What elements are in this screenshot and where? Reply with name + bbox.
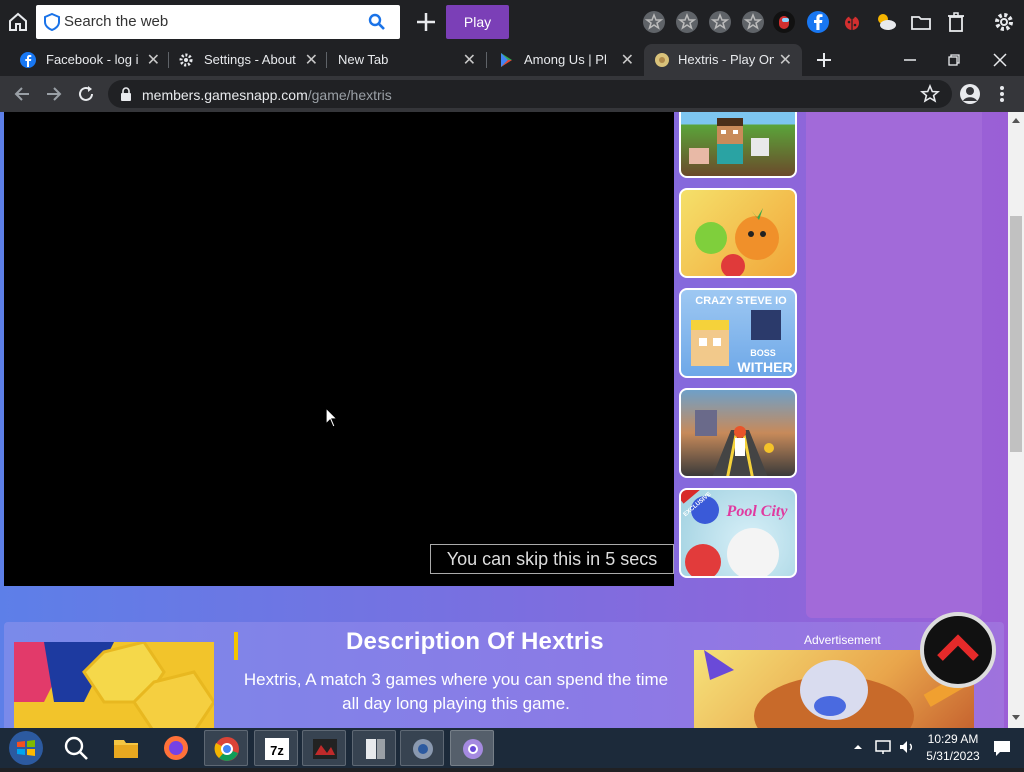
search-input[interactable]: Search the web xyxy=(64,13,168,30)
scroll-up-icon[interactable] xyxy=(1011,116,1021,124)
tab-label: New Tab xyxy=(338,52,389,67)
address-row: members.gamesnapp.com/game/hextris xyxy=(0,76,1024,112)
new-tab-icon[interactable] xyxy=(814,50,834,70)
scroll-down-icon[interactable] xyxy=(1011,714,1021,722)
close-icon[interactable]: ✕ xyxy=(621,50,634,70)
settings-app-icon[interactable] xyxy=(400,730,444,766)
tab-separator xyxy=(326,52,327,68)
document-app-icon[interactable] xyxy=(352,730,396,766)
mouse-cursor-icon xyxy=(325,406,339,434)
window-close-icon[interactable] xyxy=(992,50,1008,70)
close-icon[interactable]: ✕ xyxy=(463,50,476,70)
profile-icon[interactable] xyxy=(958,82,982,106)
game-thumbnail-minecraft[interactable] xyxy=(679,112,797,178)
scroll-to-top-button[interactable] xyxy=(920,612,996,688)
close-icon[interactable]: ✕ xyxy=(779,50,792,70)
facebook-icon[interactable] xyxy=(806,10,830,34)
notification-icon[interactable] xyxy=(992,738,1012,758)
among-us-icon[interactable] xyxy=(772,10,796,34)
game-thumbnail-pool-city[interactable]: EXCLUSIVE Pool City xyxy=(679,488,797,578)
close-icon[interactable]: ✕ xyxy=(147,50,160,70)
play-store-icon xyxy=(498,52,514,68)
ladybug-icon[interactable] xyxy=(840,10,864,34)
description-title: Description Of Hextris xyxy=(346,628,604,655)
bookmark-star-icon[interactable] xyxy=(919,83,941,104)
address-bar[interactable]: members.gamesnapp.com/game/hextris xyxy=(108,80,952,108)
game-thumbnail-crazy-steve[interactable]: CRAZY STEVE IO BOSS WITHER xyxy=(679,288,797,378)
network-icon[interactable] xyxy=(874,738,892,756)
file-explorer-icon[interactable] xyxy=(104,730,148,766)
sidebar-panel xyxy=(806,112,982,618)
game-app-icon[interactable] xyxy=(302,730,346,766)
star-icon[interactable] xyxy=(675,10,699,34)
game-thumbnail-subway[interactable] xyxy=(679,388,797,478)
folder-icon[interactable] xyxy=(909,10,933,34)
thumb-text: Pool City xyxy=(726,503,789,520)
lock-icon[interactable] xyxy=(120,87,132,106)
menu-icon[interactable] xyxy=(996,84,1008,104)
game-frame[interactable]: You can skip this in 5 secs xyxy=(4,112,674,586)
firefox-icon[interactable] xyxy=(154,730,198,766)
minimize-icon[interactable] xyxy=(902,50,918,70)
tab-label: Hextris - Play Onli xyxy=(678,52,774,67)
advertisement-label: Advertisement xyxy=(804,633,881,647)
thumb-text: BOSS xyxy=(750,348,776,358)
home-icon[interactable] xyxy=(6,10,30,34)
tab-label: Facebook - log in xyxy=(46,52,138,67)
add-icon[interactable] xyxy=(412,8,440,36)
star-icon[interactable] xyxy=(642,10,666,34)
tab-settings[interactable]: Settings - About C ✕ xyxy=(178,44,318,76)
star-icon[interactable] xyxy=(741,10,765,34)
clock-date: 5/31/2023 xyxy=(926,749,980,763)
hextris-preview-image xyxy=(14,642,214,728)
tab-facebook[interactable]: Facebook - log in ✕ xyxy=(20,44,160,76)
clock-time: 10:29 AM xyxy=(927,732,979,746)
tab-separator xyxy=(486,52,487,68)
chrome-icon[interactable] xyxy=(204,730,248,766)
svg-text:7z: 7z xyxy=(270,743,284,758)
reload-icon[interactable] xyxy=(76,84,96,104)
tab-strip: Facebook - log in ✕ Settings - About C ✕… xyxy=(0,44,1024,76)
gear-icon[interactable] xyxy=(992,10,1016,34)
browser-app-icon[interactable] xyxy=(450,730,494,766)
skip-ad-button[interactable]: You can skip this in 5 secs xyxy=(430,544,674,574)
tab-among-us[interactable]: Among Us | Pl ✕ xyxy=(498,44,634,76)
chevron-up-icon[interactable] xyxy=(852,740,864,754)
tab-new-tab[interactable]: New Tab ✕ xyxy=(338,44,476,76)
search-web-box[interactable]: Search the web xyxy=(36,5,400,39)
volume-icon[interactable] xyxy=(898,738,916,756)
taskbar: 7z xyxy=(0,728,1024,768)
restore-icon[interactable] xyxy=(946,50,962,70)
gear-icon xyxy=(178,52,194,68)
forward-icon[interactable] xyxy=(44,84,64,104)
tab-label: Settings - About C xyxy=(204,52,298,67)
scrollbar-thumb[interactable] xyxy=(1010,216,1022,452)
thumb-text: CRAZY STEVE IO xyxy=(695,295,787,307)
browser-toolbar: Search the web Play xyxy=(0,0,1024,44)
back-icon[interactable] xyxy=(12,84,32,104)
7zip-icon[interactable]: 7z xyxy=(254,730,298,766)
taskbar-clock[interactable]: 10:29 AM 5/31/2023 xyxy=(918,731,988,765)
thumb-text: WITHER xyxy=(737,359,792,375)
tab-label: Among Us | Pl xyxy=(524,52,607,67)
shield-icon xyxy=(44,12,60,36)
description-text: Hextris, A match 3 games where you can s… xyxy=(243,670,669,713)
search-icon[interactable] xyxy=(368,13,386,36)
game-thumbnail-fruit[interactable] xyxy=(679,188,797,278)
hextris-icon xyxy=(654,52,670,68)
play-button[interactable]: Play xyxy=(446,5,509,39)
search-icon[interactable] xyxy=(62,734,90,762)
facebook-icon xyxy=(20,52,36,68)
trash-icon[interactable] xyxy=(944,10,968,34)
tab-hextris[interactable]: Hextris - Play Onli ✕ xyxy=(644,44,802,76)
tab-separator xyxy=(168,52,169,68)
weather-icon[interactable] xyxy=(874,10,898,34)
start-button-icon[interactable] xyxy=(6,730,46,766)
url-text[interactable]: members.gamesnapp.com/game/hextris xyxy=(142,87,392,103)
star-icon[interactable] xyxy=(708,10,732,34)
close-icon[interactable]: ✕ xyxy=(305,50,318,70)
page-content: You can skip this in 5 secs CRAZY STEVE … xyxy=(0,112,1008,728)
title-accent-bar xyxy=(234,632,238,660)
